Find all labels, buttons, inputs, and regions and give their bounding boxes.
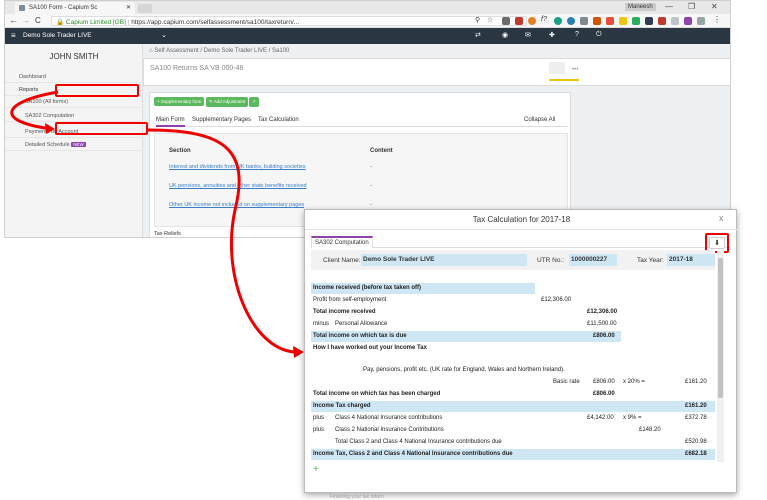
- tab-divider: [373, 247, 730, 248]
- scrollbar-thumb[interactable]: [718, 258, 723, 398]
- tax-calculation-modal: Tax Calculation for 2017-18 x SA302 Comp…: [304, 209, 738, 493]
- client-name-label: Client Name:: [323, 257, 361, 264]
- row-value: £372.78: [685, 415, 707, 421]
- row-prefix: minus: [313, 321, 330, 327]
- arrow-head: [293, 346, 304, 358]
- row-label: Basic rate: [553, 379, 580, 385]
- row-label: Class 2 National Insurance Contributions: [335, 427, 444, 433]
- payments-arrow: [147, 128, 301, 354]
- pay-pensions-row: Pay, pensions, profit etc. (UK rate for …: [311, 365, 715, 376]
- row-value: £12,306.00: [541, 297, 572, 303]
- row-value: £11,500.00: [587, 321, 617, 327]
- row-value: £148.20: [639, 427, 661, 433]
- class4-row: plus Class 4 National Insurance contribu…: [311, 413, 715, 424]
- row-label: How I have worked out your Income Tax: [313, 345, 427, 351]
- row-rate: x 9% =: [623, 415, 642, 421]
- row-label: Profit from self-employment: [313, 297, 387, 303]
- row-value: £806.00: [593, 391, 615, 397]
- reports-arrow: [10, 90, 59, 131]
- utr-label: UTR No.:: [537, 257, 565, 264]
- personal-allowance-row: minus Personal Allowance £11,500.00: [311, 319, 711, 330]
- tax-year-value: 2017-18: [667, 254, 715, 266]
- client-info-row: Client Name: Demo Sole Trader LIVE UTR N…: [311, 250, 715, 270]
- tax-year-label: Tax Year:: [637, 257, 664, 264]
- close-icon[interactable]: x: [719, 213, 724, 223]
- row-label: Total Class 2 and Class 4 National Insur…: [335, 439, 502, 445]
- row-label: Personal Allowance: [335, 321, 388, 327]
- row-label: Total income on which tax is due: [313, 333, 407, 339]
- modal-header: Tax Calculation for 2017-18 x: [305, 210, 738, 230]
- row-label: Income received (before tax taken off): [313, 285, 422, 291]
- row-label: Class 4 National Insurance contributions: [335, 415, 443, 421]
- background-text: Finishing your tax return: [330, 494, 384, 500]
- utr-value: 1000000227: [569, 254, 617, 266]
- total-ni-row: Total Class 2 and Class 4 National Insur…: [311, 437, 715, 448]
- tab-sa302-computation[interactable]: SA302 Computation: [311, 236, 373, 248]
- scrollbar[interactable]: [717, 250, 724, 462]
- row-value: £682.18: [685, 451, 707, 457]
- total-income-row: Total income received £12,306.00: [311, 307, 711, 318]
- row-label: Total income received: [313, 309, 376, 315]
- arrow-head: [45, 123, 55, 134]
- row-value: £12,306.00: [587, 309, 618, 315]
- row-label: Income Tax, Class 2 and Class 4 National…: [313, 451, 513, 457]
- modal-title: Tax Calculation for 2017-18: [472, 215, 571, 224]
- row-label: Income Tax charged: [313, 403, 371, 409]
- row-value: £161.20: [685, 403, 707, 409]
- worked-out-row: How I have worked out your Income Tax: [311, 343, 711, 354]
- charged-income-row: Total income on which tax has been charg…: [311, 389, 711, 400]
- grand-total-row: Income Tax, Class 2 and Class 4 National…: [311, 449, 715, 460]
- client-name-value: Demo Sole Trader LIVE: [361, 254, 527, 266]
- income-received-header: Income received (before tax taken off): [311, 283, 535, 294]
- add-icon[interactable]: +: [313, 464, 319, 475]
- row-prefix: plus: [313, 427, 325, 433]
- row-value: £520.98: [685, 439, 707, 445]
- row-prefix: plus: [313, 415, 325, 421]
- tax-due-row: Total income on which tax is due £806.00: [311, 331, 621, 342]
- row-amount: £806.00: [593, 379, 615, 385]
- row-value: £806.00: [593, 333, 615, 339]
- computation-body: Client Name: Demo Sole Trader LIVE UTR N…: [311, 250, 715, 462]
- row-rate: x 20% =: [623, 379, 645, 385]
- profit-row: Profit from self-employment £12,306.00: [311, 295, 711, 306]
- row-value: £161.20: [685, 379, 707, 385]
- income-tax-charged-row: Income Tax charged £161.20: [311, 401, 715, 412]
- row-label: Total income on which tax has been charg…: [313, 391, 441, 397]
- row-amount: £4,142.00: [587, 415, 614, 421]
- class2-row: plus Class 2 National Insurance Contribu…: [311, 425, 715, 436]
- row-label: Pay, pensions, profit etc. (UK rate for …: [363, 367, 565, 373]
- basic-rate-row: Basic rate £806.00 x 20% = £161.20: [311, 377, 715, 388]
